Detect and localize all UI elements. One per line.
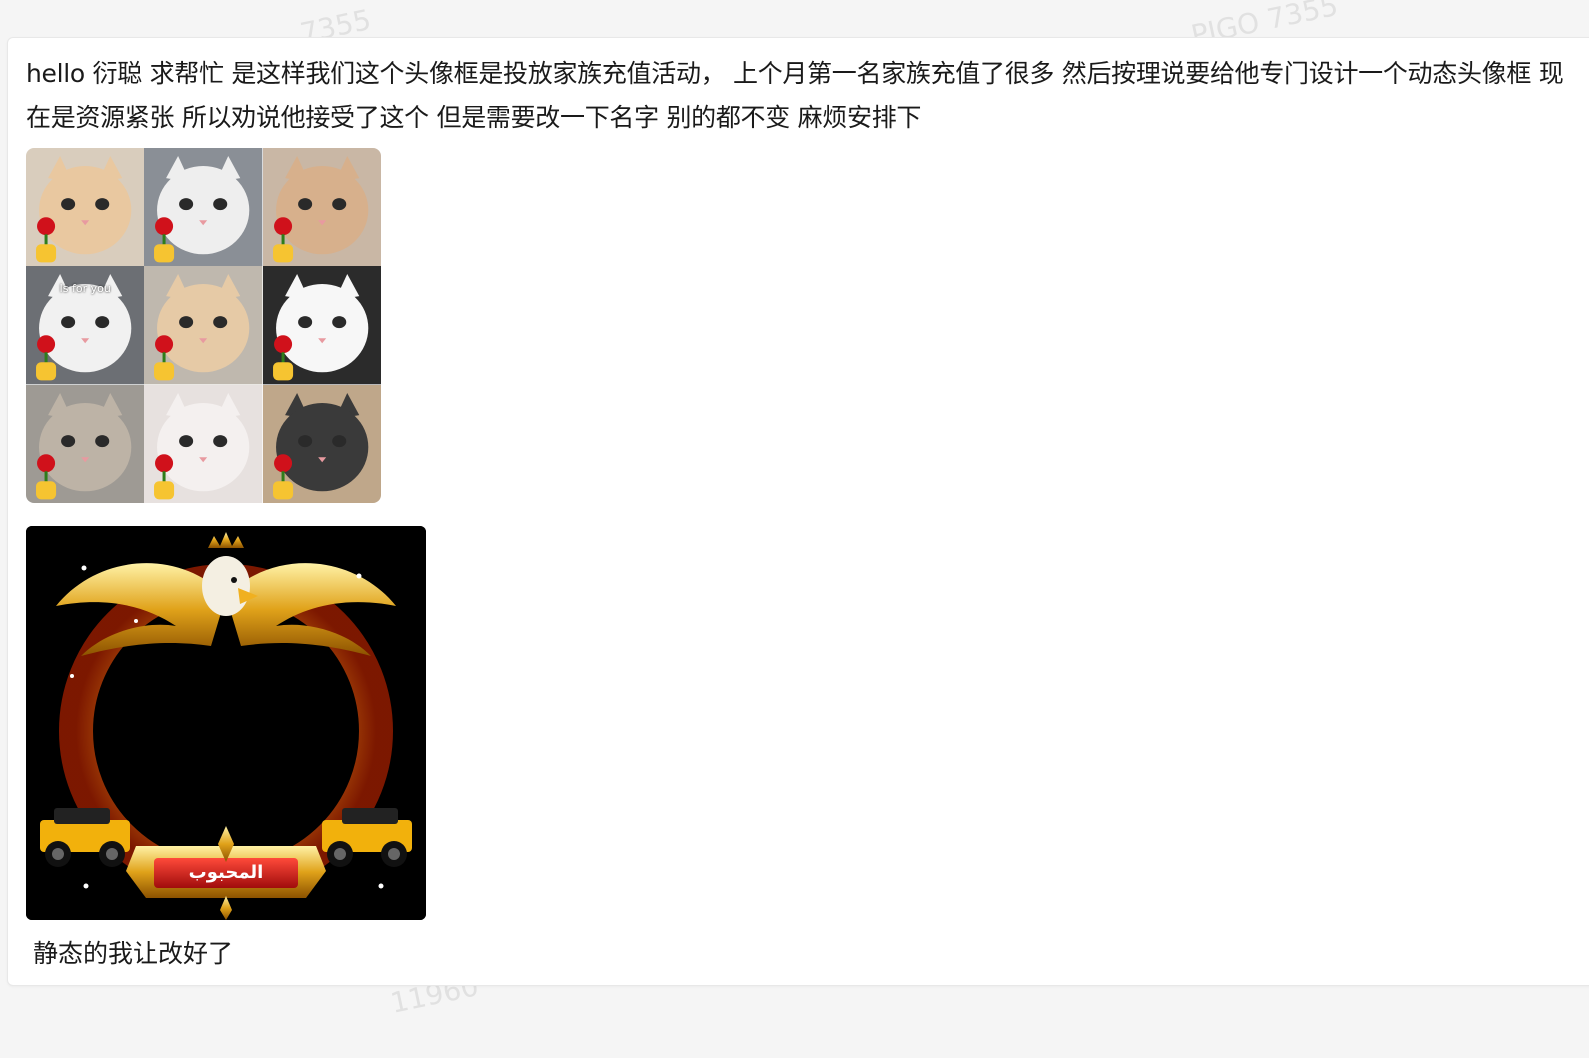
cat-grid-cell xyxy=(144,384,263,503)
cat-meme-image[interactable]: Is for you xyxy=(26,148,381,503)
footer-message-text: 静态的我让改好了 xyxy=(33,939,234,968)
message-text: hello 衍聪 求帮忙 是这样我们这个头像框是投放家族充值活动， 上个月第一名… xyxy=(26,59,1564,132)
frame-banner-text: المحبوب xyxy=(188,862,264,883)
cat-grid-cell xyxy=(144,148,263,267)
cat-grid-cell xyxy=(262,148,381,267)
message-card: hello 衍聪 求帮忙 是这样我们这个头像框是投放家族充值活动， 上个月第一名… xyxy=(7,37,1589,986)
cat-grid-cell: Is for you xyxy=(26,266,145,385)
cat-grid-cell xyxy=(26,384,145,503)
cat-grid-cell xyxy=(26,148,145,267)
cat-grid-cell xyxy=(262,384,381,503)
cat-grid-cell xyxy=(144,266,263,385)
meme-caption: Is for you xyxy=(59,282,111,296)
cat-grid-cell xyxy=(262,266,381,385)
avatar-frame-image[interactable]: المحبوب xyxy=(26,526,426,920)
